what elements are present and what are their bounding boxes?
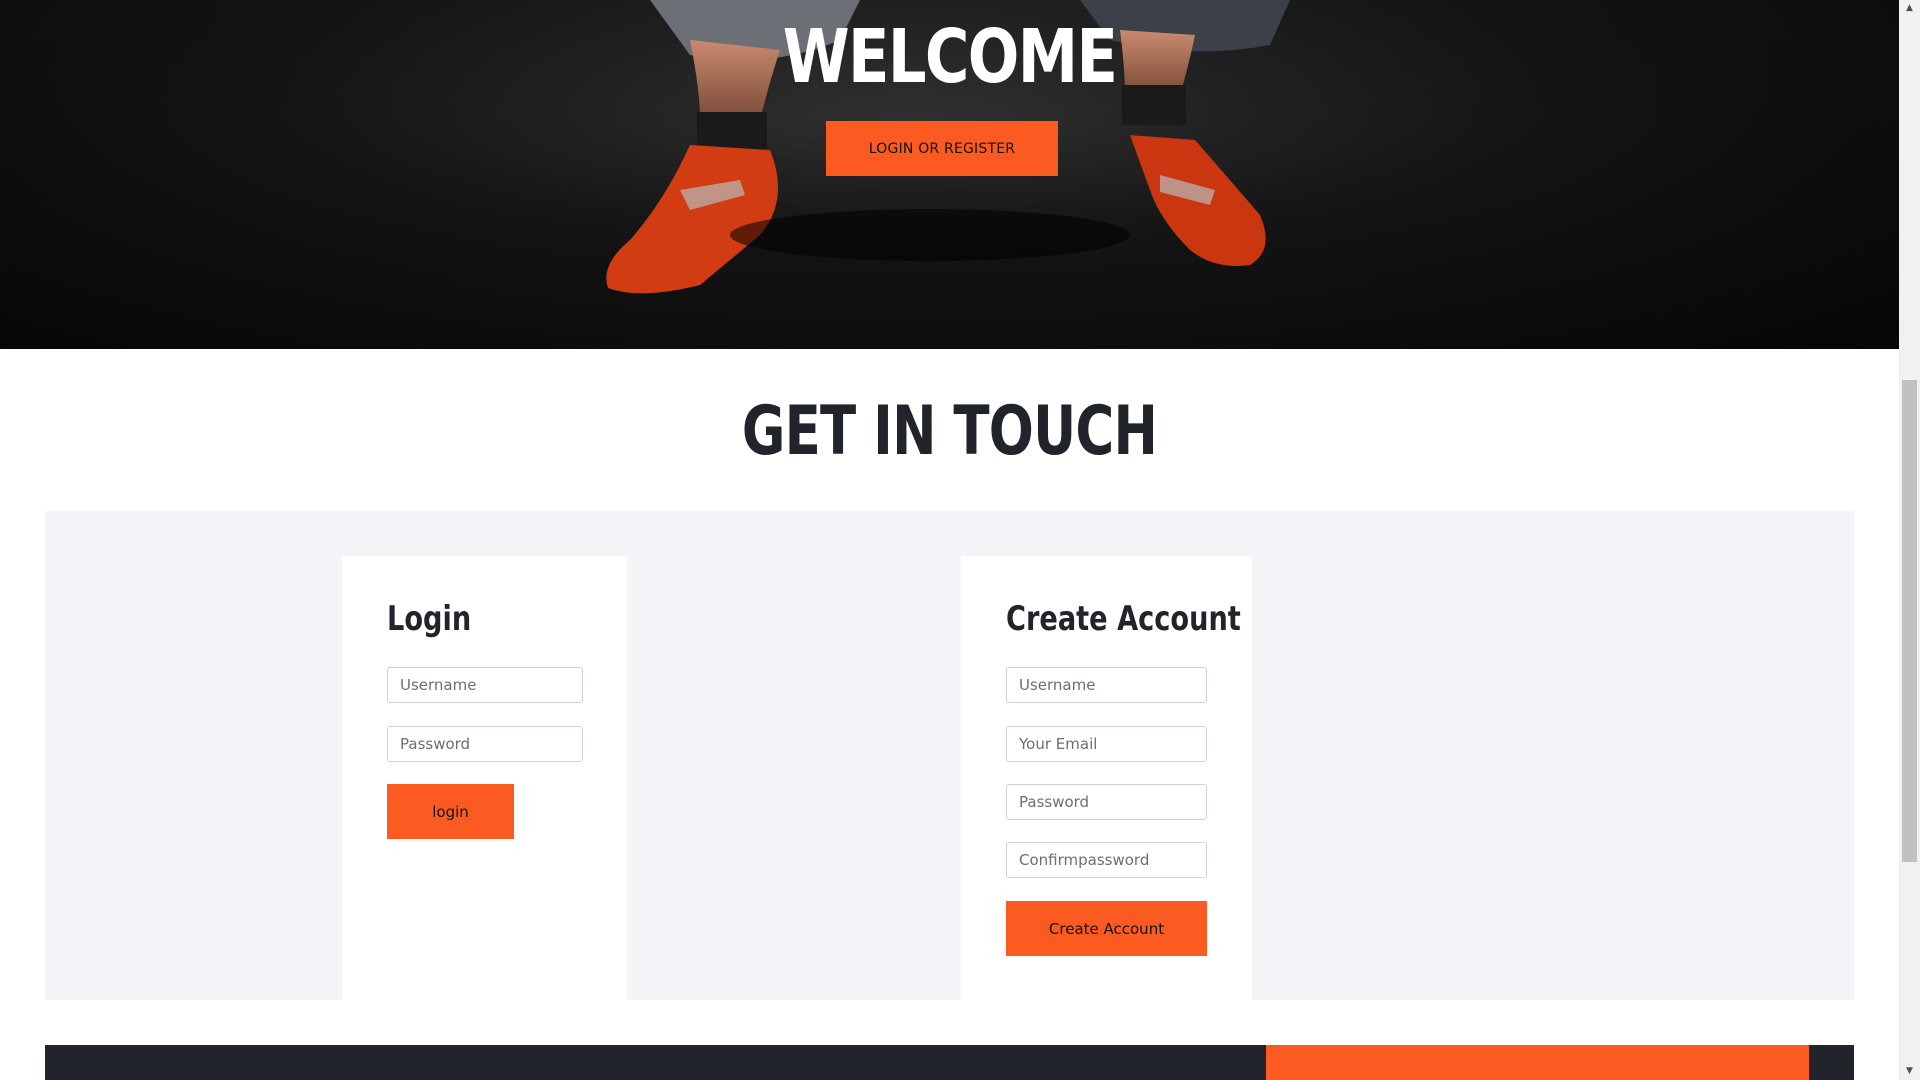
register-confirm-password-input[interactable] [1006,842,1207,878]
page-viewport: WELCOME LOGIN OR REGISTER GET IN TOUCH L… [0,0,1899,1080]
login-card: Login login [342,556,627,1000]
create-account-button[interactable]: Create Account [1006,901,1207,956]
login-username-input[interactable] [387,667,583,703]
login-or-register-button[interactable]: LOGIN OR REGISTER [826,121,1058,176]
login-button[interactable]: login [387,784,514,839]
create-account-title: Create Account [1006,599,1241,639]
create-account-card: Create Account Create Account [961,556,1252,1000]
forms-panel [45,511,1854,1000]
hero-banner: WELCOME LOGIN OR REGISTER [0,0,1899,349]
section-title: GET IN TOUCH [741,392,1158,471]
login-password-input[interactable] [387,726,583,762]
chevron-up-icon[interactable]: ▲ [1899,0,1920,17]
register-email-input[interactable] [1006,726,1207,762]
hero-title: WELCOME [782,14,1118,100]
chevron-down-icon[interactable]: ▼ [1899,1063,1920,1080]
scrollbar-thumb[interactable] [1902,380,1917,862]
register-password-input[interactable] [1006,784,1207,820]
vertical-scrollbar[interactable]: ▲ ▼ [1899,0,1920,1080]
footer-accent-block [1266,1045,1809,1080]
register-username-input[interactable] [1006,667,1207,703]
login-title: Login [387,599,472,639]
